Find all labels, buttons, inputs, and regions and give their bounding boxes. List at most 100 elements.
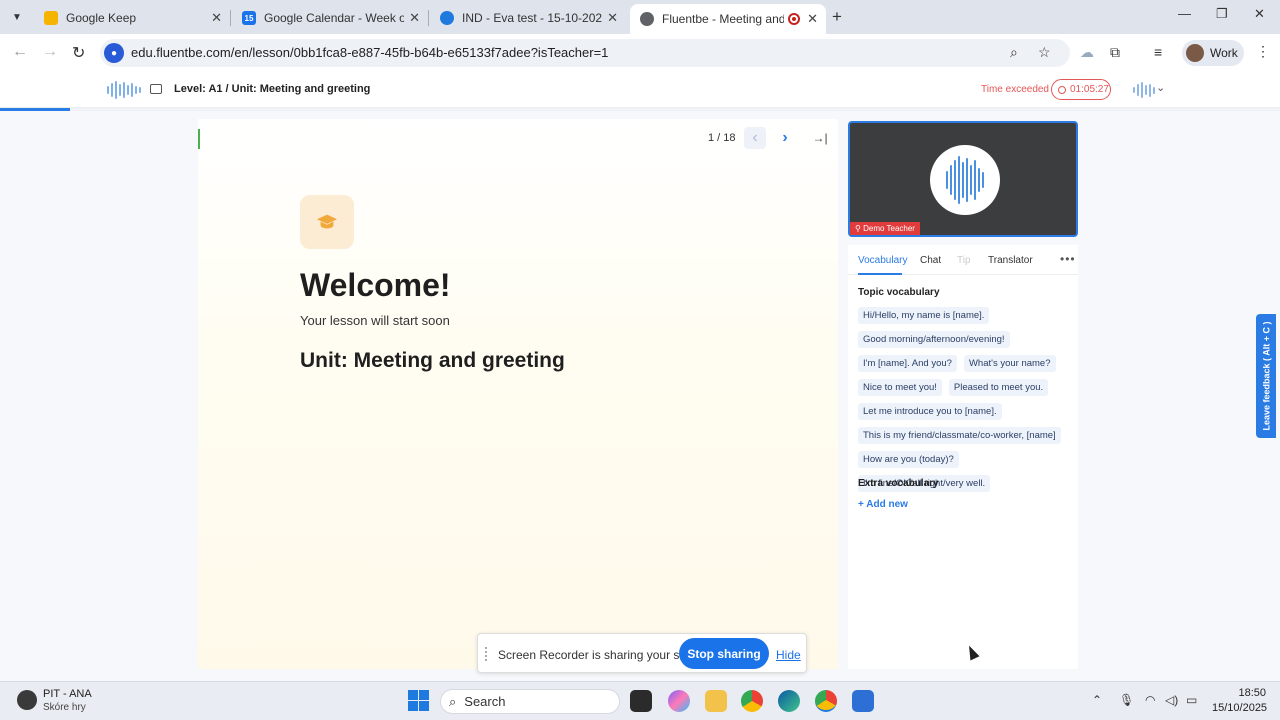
microphone-tray-icon[interactable]: 🎙	[1119, 693, 1134, 707]
breadcrumb: Level: A1 / Unit: Meeting and greeting	[174, 83, 371, 95]
back-arrow-icon[interactable]: ←	[12, 43, 28, 61]
battery-icon[interactable]: ▭	[1186, 693, 1197, 707]
close-icon[interactable]: ✕	[409, 10, 420, 26]
vocab-chip[interactable]: Good morning/afternoon/evening!	[858, 331, 1010, 348]
plus-icon: +	[858, 499, 867, 510]
tab-translator[interactable]: Translator	[988, 255, 1033, 266]
football-icon[interactable]	[17, 690, 37, 710]
globe-icon	[640, 12, 654, 26]
browser-toolbar: ← → ↻ ● edu.fluentbe.com/en/lesson/0bb1f…	[0, 34, 1280, 72]
tab-vocabulary[interactable]: Vocabulary	[858, 255, 907, 266]
vocab-chip[interactable]: This is my friend/classmate/co-worker, […	[858, 427, 1061, 444]
recording-icon	[788, 13, 800, 25]
side-panel: Vocabulary Chat Tip Translator ••• Topic…	[848, 245, 1078, 669]
lesson-header: Level: A1 / Unit: Meeting and greeting T…	[0, 72, 1280, 108]
bookmark-star-icon[interactable]: ☆	[1038, 44, 1051, 61]
hide-share-bar-link[interactable]: Hide	[776, 648, 801, 662]
unit-heading: Unit: Meeting and greeting	[300, 349, 565, 372]
calendar-icon: 15	[242, 11, 256, 25]
close-icon[interactable]: ✕	[807, 11, 818, 27]
tab-title: Google Calendar - Week of 20	[264, 11, 404, 25]
time-exceeded-label: Time exceeded	[981, 84, 1049, 95]
vocab-chip[interactable]: Nice to meet you!	[858, 379, 942, 396]
teacher-avatar-icon	[930, 145, 1000, 215]
lesson-timer: 01:05:27	[1051, 79, 1111, 100]
topic-vocabulary-title: Topic vocabulary	[858, 287, 940, 298]
task-view-icon[interactable]	[630, 690, 652, 712]
chrome-profile-icon[interactable]	[815, 690, 837, 712]
extension-cloud-icon[interactable]: ☁	[1080, 44, 1094, 61]
tab-fluentbe[interactable]: Fluentbe - Meeting and gre ✕	[630, 4, 826, 34]
chevron-down-icon[interactable]: ⌄	[1156, 81, 1165, 94]
tab-ind-eva-test[interactable]: IND - Eva test - 15-10-2025 17: ✕	[430, 4, 626, 32]
close-icon[interactable]: ✕	[211, 10, 222, 26]
previous-slide-button[interactable]: ‹	[744, 127, 766, 149]
leave-feedback-button[interactable]: Leave feedback ( Alt + C )	[1256, 314, 1276, 438]
welcome-subtitle: Your lesson will start soon	[300, 313, 450, 328]
stop-sharing-button[interactable]: Stop sharing	[679, 638, 769, 669]
extensions-puzzle-icon[interactable]: ⧉	[1110, 44, 1120, 61]
edge-icon[interactable]	[778, 690, 800, 712]
tab-separator	[230, 10, 231, 26]
drag-handle-icon[interactable]	[485, 647, 491, 661]
google-keep-icon	[44, 11, 58, 25]
url-text[interactable]: edu.fluentbe.com/en/lesson/0bb1fca8-e887…	[131, 45, 608, 60]
participant-name: Demo Teacher	[863, 224, 915, 233]
reload-icon[interactable]: ↻	[72, 43, 85, 63]
vocab-chip[interactable]: What's your name?	[963, 355, 1056, 372]
new-tab-plus-icon[interactable]: +	[832, 7, 842, 27]
participant-name-tag: ⚲ Demo Teacher	[850, 222, 920, 235]
address-bar[interactable]: ● edu.fluentbe.com/en/lesson/0bb1fca8-e8…	[100, 39, 1070, 67]
fluentbe-logo-icon	[107, 80, 141, 100]
welcome-heading: Welcome!	[300, 267, 451, 303]
close-window-icon[interactable]: ✕	[1254, 6, 1265, 22]
tab-google-keep[interactable]: Google Keep ✕	[34, 4, 230, 32]
outlook-icon[interactable]	[852, 690, 874, 712]
screen-share-bar: Screen Recorder is sharing your screen. …	[477, 633, 807, 673]
taskbar-date[interactable]: 15/10/2025	[1212, 702, 1267, 714]
wifi-icon[interactable]: ◠	[1145, 693, 1155, 707]
vocab-chip[interactable]: I'm [name]. And you?	[858, 355, 957, 372]
browser-menu-icon[interactable]: ⋮	[1256, 43, 1270, 60]
last-slide-button[interactable]: →|	[809, 127, 831, 149]
graduation-cap-icon	[300, 195, 354, 249]
forward-arrow-icon[interactable]: →	[42, 43, 58, 61]
globe-icon	[440, 11, 454, 25]
tray-overflow-icon[interactable]: ⌃	[1092, 693, 1102, 707]
vocab-chip[interactable]: Hi/Hello, my name is [name].	[858, 307, 990, 324]
vocab-chip[interactable]: Pleased to meet you.	[948, 379, 1049, 396]
next-slide-button[interactable]: ›	[774, 127, 796, 149]
profile-button[interactable]: Work	[1182, 40, 1244, 66]
widget-subtitle: Skóre hry	[43, 702, 86, 713]
close-icon[interactable]: ✕	[607, 10, 618, 26]
widget-title[interactable]: PIT - ANA	[43, 688, 92, 700]
add-new-vocabulary-button[interactable]: + Add new	[858, 499, 908, 510]
tab-google-calendar[interactable]: 15 Google Calendar - Week of 20 ✕	[232, 4, 428, 32]
more-options-icon[interactable]: •••	[1060, 252, 1076, 266]
microphone-icon[interactable]: ●	[104, 43, 124, 63]
volume-icon[interactable]: ◁)	[1165, 693, 1178, 707]
minimize-icon[interactable]: —	[1178, 6, 1191, 21]
slide-area: 1 / 18 ‹ › →| Welcome! Your lesson will …	[198, 119, 838, 669]
file-explorer-icon[interactable]	[705, 690, 727, 712]
timer-value: 01:05:27	[1070, 84, 1109, 95]
copilot-icon[interactable]	[668, 690, 690, 712]
tab-tip[interactable]: Tip	[957, 255, 971, 266]
taskbar-search-box[interactable]: ⌕ Search	[440, 689, 620, 714]
windows-start-icon[interactable]	[408, 690, 429, 711]
maximize-icon[interactable]: ❐	[1216, 6, 1228, 22]
media-control-icon[interactable]: ≡	[1154, 44, 1162, 60]
tab-title: Google Keep	[66, 11, 137, 25]
taskbar-time[interactable]: 18:50	[1212, 687, 1266, 699]
tab-search-menu-button[interactable]: ▼	[6, 7, 28, 27]
muted-mic-icon: ⚲	[855, 224, 864, 233]
panel-tabs: Vocabulary Chat Tip Translator •••	[848, 245, 1078, 275]
tab-chat[interactable]: Chat	[920, 255, 941, 266]
screen-icon[interactable]	[150, 84, 162, 94]
zoom-icon[interactable]: ⌕	[1010, 44, 1018, 61]
chrome-icon[interactable]	[741, 690, 763, 712]
audio-wave-icon[interactable]	[1133, 82, 1155, 98]
vocab-chip[interactable]: How are you (today)?	[858, 451, 959, 468]
vocab-chip[interactable]: Let me introduce you to [name].	[858, 403, 1002, 420]
lesson-page: 1 / 18 ‹ › →| Welcome! Your lesson will …	[0, 111, 1280, 681]
